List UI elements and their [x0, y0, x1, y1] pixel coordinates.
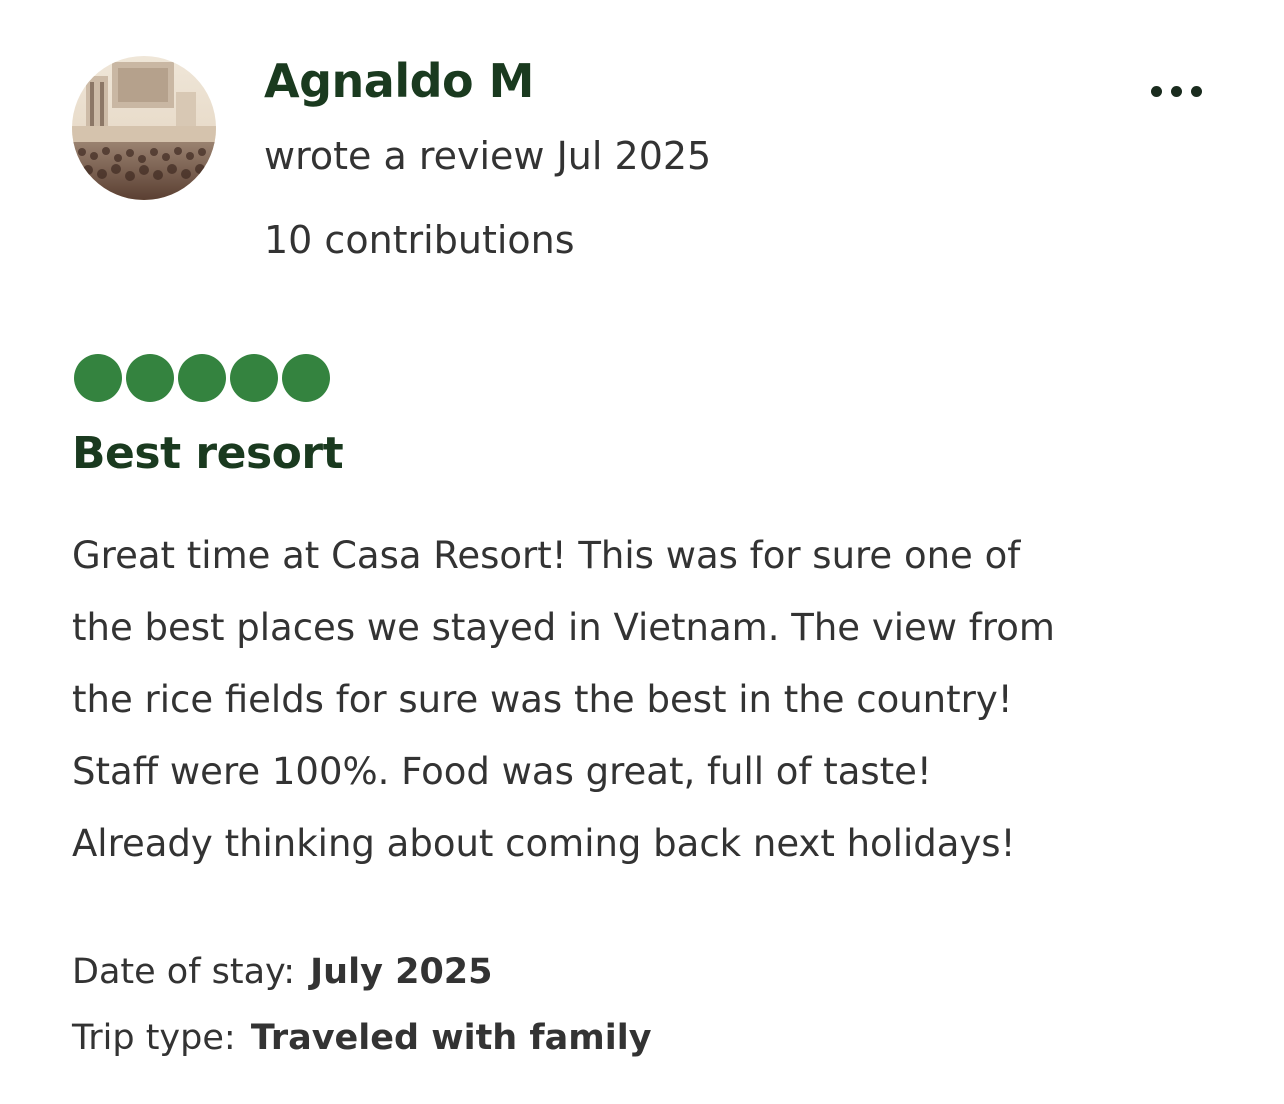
filled-bubble-icon	[178, 354, 226, 402]
trip-type-value: Traveled with family	[250, 1018, 652, 1058]
trip-type: Trip type: Traveled with family	[72, 1018, 652, 1058]
review-date: wrote a review Jul 2025	[264, 134, 712, 178]
concert-crowd-photo-icon	[72, 56, 216, 200]
avatar[interactable]	[72, 56, 216, 200]
date-of-stay-label: Date of stay:	[72, 952, 296, 992]
more-options-icon	[1170, 85, 1182, 97]
filled-bubble-icon	[74, 354, 122, 402]
date-of-stay-value: July 2025	[310, 952, 493, 992]
review-title[interactable]: Best resort	[72, 428, 344, 479]
review-body-line: Great time at Casa Resort! This was for …	[72, 534, 1021, 577]
review-body-line: the rice fields for sure was the best in…	[72, 678, 1013, 721]
more-options-button[interactable]	[1140, 70, 1212, 112]
review-body-line: Staff were 100%. Food was great, full of…	[72, 750, 932, 793]
trip-type-label: Trip type:	[72, 1018, 236, 1058]
review-body: Great time at Casa Resort! This was for …	[72, 520, 1222, 880]
contribution-count: 10 contributions	[264, 218, 575, 262]
bubble-rating	[74, 354, 330, 402]
review-body-line: the best places we stayed in Vietnam. Th…	[72, 606, 1055, 649]
reviewer-name[interactable]: Agnaldo M	[264, 54, 534, 108]
filled-bubble-icon	[126, 354, 174, 402]
more-options-icon	[1190, 85, 1202, 97]
filled-bubble-icon	[282, 354, 330, 402]
date-of-stay: Date of stay: July 2025	[72, 952, 493, 992]
more-options-icon	[1150, 85, 1162, 97]
review-body-line: Already thinking about coming back next …	[72, 822, 1016, 865]
filled-bubble-icon	[230, 354, 278, 402]
